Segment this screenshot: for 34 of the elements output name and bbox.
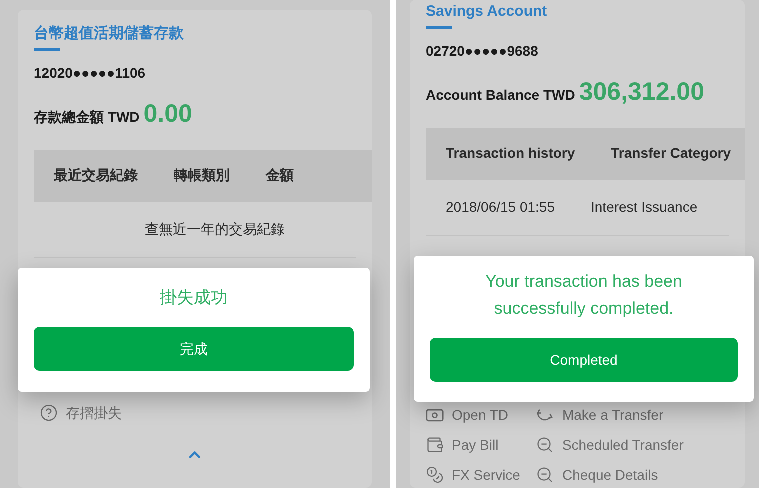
table-cell-text: Interest Issuance <box>591 198 698 216</box>
transfer-icon <box>536 408 554 422</box>
balance-label: Account Balance TWD <box>426 86 576 105</box>
help-icon <box>40 404 58 422</box>
menu-item[interactable]: Make a Transfer <box>536 406 729 424</box>
menu-item[interactable]: Cheque Details <box>536 466 729 484</box>
empty-message: 查無近一年的交易紀錄 <box>145 220 285 238</box>
dialog-message: Your transaction has been successfully completed. <box>484 271 684 320</box>
menu-item[interactable]: Open TD <box>426 406 520 424</box>
balance-label: 存款總金額 TWD <box>34 108 140 127</box>
account-number: 12020●●●●●1106 <box>34 64 147 83</box>
table-cell-text: 2018/06/15 01:55 <box>446 198 555 216</box>
section-title: 台幣超值活期儲蓄存款 <box>34 24 184 44</box>
balance-amount: 0.00 <box>144 99 192 130</box>
menu-item[interactable]: Scheduled Transfer <box>536 436 729 454</box>
menu-item[interactable]: FX Service <box>426 466 520 484</box>
confirm-button[interactable]: 完成 <box>34 327 354 371</box>
column-header: Transfer Category <box>611 144 731 163</box>
coins-icon <box>426 466 444 484</box>
wallet-icon <box>426 436 444 454</box>
magnifier-icon <box>536 436 554 454</box>
account-number: 02720●●●●●9688 <box>426 42 540 61</box>
column-header: 金額 <box>266 166 294 185</box>
column-header: Transaction history <box>446 144 576 163</box>
banknote-icon <box>426 408 444 422</box>
menu-item[interactable]: Pay Bill <box>426 436 520 454</box>
column-header: 轉帳類別 <box>174 166 230 185</box>
column-header: 最近交易紀錄 <box>54 166 138 185</box>
magnifier-icon <box>536 466 554 484</box>
dialog-message: 掛失成功 <box>159 287 229 309</box>
balance-amount: 306,312.00 <box>579 77 704 108</box>
confirm-button[interactable]: Completed <box>430 338 738 382</box>
section-title: Savings Account <box>426 2 548 22</box>
menu-item[interactable]: 存摺掛失 <box>40 404 122 422</box>
